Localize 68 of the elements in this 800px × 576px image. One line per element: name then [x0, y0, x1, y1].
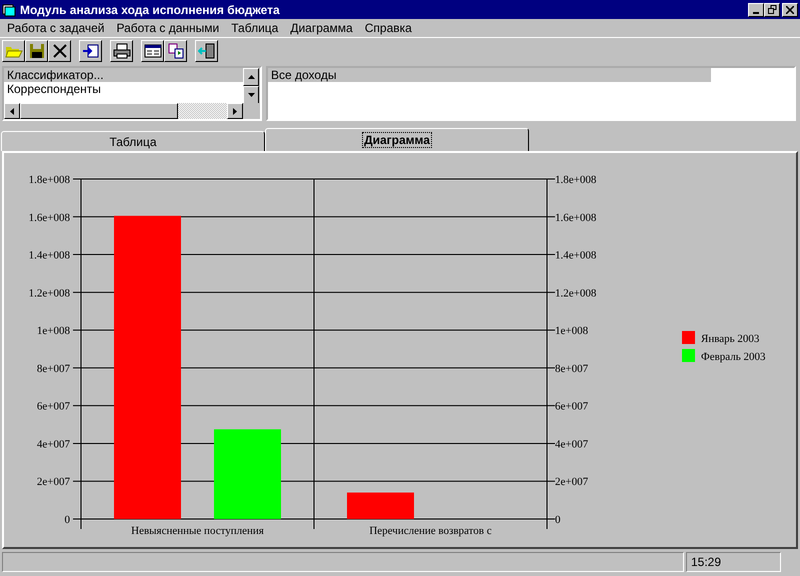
- scroll-down-button[interactable]: [243, 86, 259, 104]
- category-label: Перечисление возвратов с: [369, 525, 492, 537]
- list-item[interactable]: Корреспонденты: [4, 82, 243, 96]
- tab[interactable]: Диаграмма: [265, 128, 529, 151]
- toolbar-button[interactable]: [141, 40, 164, 62]
- down-arrow-icon: [248, 93, 254, 97]
- exit-door-icon: [198, 43, 216, 59]
- tick-label: 2e+007: [36, 476, 70, 488]
- tick-label: 4e+007: [555, 438, 588, 450]
- print-icon: [112, 43, 130, 59]
- tick-label: 1.6e+008: [28, 212, 70, 224]
- menu-item[interactable]: Справка: [358, 21, 418, 35]
- tick-label: 1.8e+008: [555, 174, 596, 186]
- tab[interactable]: Таблица: [1, 131, 265, 151]
- bar: [347, 492, 414, 519]
- category-label: Невыясненные поступления: [131, 525, 264, 537]
- save-icon: [28, 43, 46, 59]
- scrollbar-thumb[interactable]: [20, 103, 178, 119]
- menu-item[interactable]: Диаграмма: [284, 21, 359, 35]
- tick-label: 6e+007: [555, 400, 588, 413]
- import-icon: [82, 43, 100, 59]
- tick-label: 1.8e+008: [28, 174, 70, 186]
- tick-label: 2e+007: [555, 476, 588, 488]
- right-arrow-icon: [233, 108, 237, 114]
- app-icon: [2, 2, 16, 16]
- tick-label: 4e+007: [36, 438, 70, 450]
- minimize-button[interactable]: [748, 2, 764, 16]
- tick-label: 1.2e+008: [555, 287, 596, 300]
- toolbar-button[interactable]: [48, 40, 71, 62]
- close-button[interactable]: [782, 2, 798, 16]
- legend-label: Январь 2003: [701, 333, 760, 345]
- tick-label: 0: [555, 514, 560, 526]
- tick-label: 8e+007: [36, 362, 70, 375]
- status-time: 15:29: [686, 552, 781, 572]
- delete-icon: [50, 43, 68, 59]
- menu-item[interactable]: Работа с задачей: [1, 21, 110, 35]
- menu-item[interactable]: Работа с данными: [110, 21, 226, 35]
- toolbar-button[interactable]: [195, 40, 218, 62]
- transfer-icon: [166, 43, 184, 59]
- tick-label: 1e+008: [555, 325, 588, 338]
- tick-label: 6e+007: [36, 400, 70, 413]
- table-icon: [144, 43, 162, 59]
- window-title: Модуль анализа хода исполнения бюджета: [20, 2, 281, 16]
- left-arrow-icon: [10, 108, 14, 114]
- scroll-up-button[interactable]: [243, 68, 259, 86]
- toolbar-button[interactable]: [164, 40, 187, 62]
- legend-label: Февраль 2003: [701, 351, 766, 363]
- list-item[interactable]: Все доходы: [268, 68, 711, 82]
- tick-label: 1.6e+008: [555, 212, 596, 224]
- list-item[interactable]: Классификатор...: [4, 68, 243, 82]
- minimize-icon: [753, 12, 759, 14]
- tick-label: 1.4e+008: [555, 250, 596, 262]
- tick-label: 1.2e+008: [28, 287, 70, 300]
- menu-item[interactable]: Таблица: [225, 21, 284, 35]
- toolbar-button[interactable]: [110, 40, 133, 62]
- tick-label: 1e+008: [36, 325, 70, 338]
- toolbar-button[interactable]: [79, 40, 102, 62]
- toolbar-button[interactable]: [25, 40, 48, 62]
- scroll-left-button[interactable]: [4, 103, 20, 119]
- up-arrow-icon: [248, 75, 254, 79]
- tick-label: 1.4e+008: [28, 250, 70, 262]
- tick-label: 0: [64, 514, 70, 526]
- restore-button[interactable]: [764, 2, 780, 16]
- scroll-right-button[interactable]: [227, 103, 243, 119]
- restore-icon: [768, 5, 776, 14]
- toolbar-button[interactable]: [2, 40, 25, 62]
- tick-label: 8e+007: [555, 362, 588, 375]
- close-icon: [786, 6, 794, 14]
